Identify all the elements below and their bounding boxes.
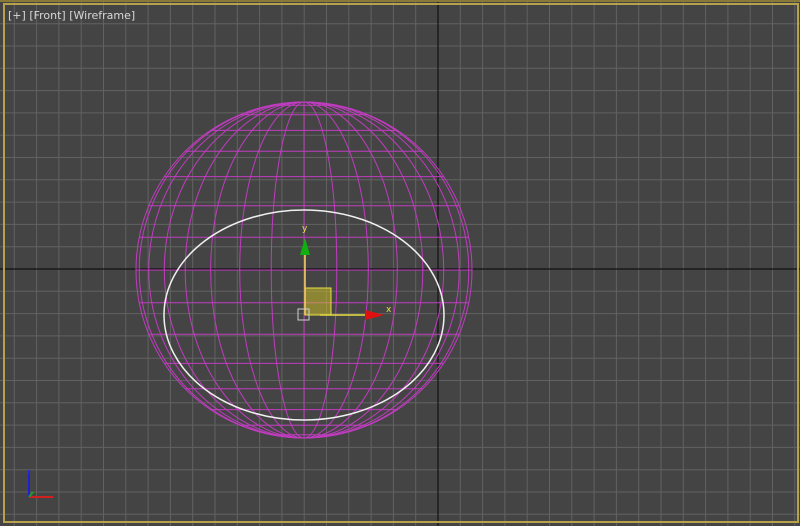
viewport-point-of-view-menu[interactable]: [Front] xyxy=(29,9,65,22)
transform-gizmo[interactable]: y x xyxy=(297,224,392,321)
viewport-scene[interactable]: y x z xyxy=(0,0,800,526)
axis-tripod: z xyxy=(27,468,53,498)
gizmo-y-label: y xyxy=(302,224,308,234)
gizmo-x-arrow-icon xyxy=(365,310,384,320)
viewport-shading-menu[interactable]: [Wireframe] xyxy=(69,9,135,22)
sphere-wireframe[interactable] xyxy=(135,101,473,439)
active-viewport-border xyxy=(3,3,799,523)
tripod-z-label: z xyxy=(27,468,31,476)
viewport-label-menu: [+] [Front] [Wireframe] xyxy=(8,9,135,22)
home-grid xyxy=(0,0,800,526)
viewport-general-menu[interactable]: [+] xyxy=(8,9,26,22)
gizmo-x-label: x xyxy=(386,305,392,315)
front-viewport[interactable]: y x z [+] [Front] [Wireframe] xyxy=(0,0,800,526)
